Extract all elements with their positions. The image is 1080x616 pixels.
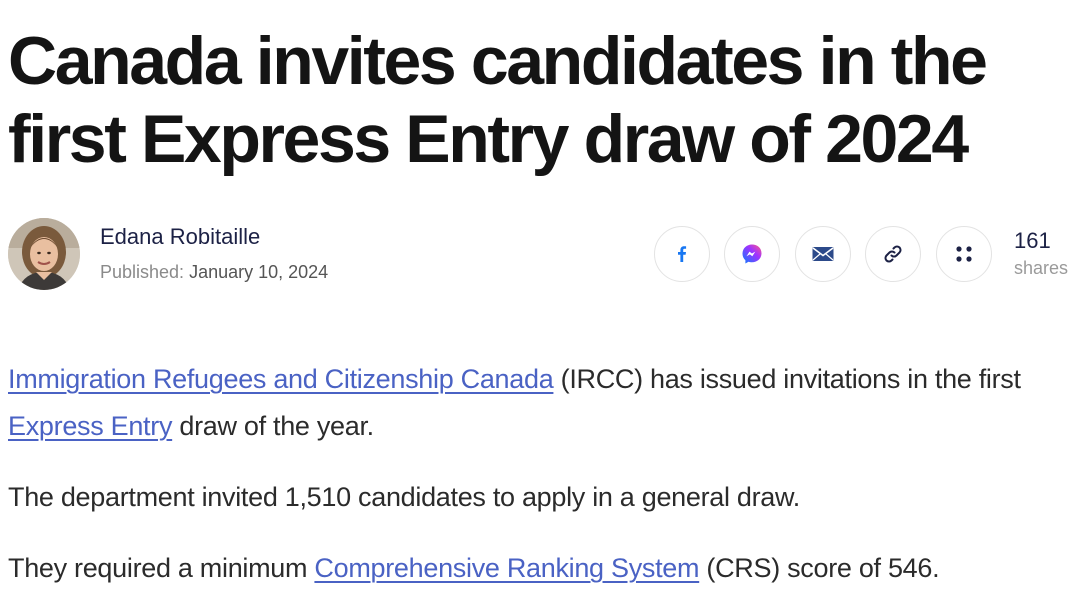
ircc-link[interactable]: Immigration Refugees and Citizenship Can…	[8, 364, 554, 394]
author-name[interactable]: Edana Robitaille	[100, 224, 260, 250]
published-date-value: January 10, 2024	[189, 262, 329, 282]
share-count-label: shares	[1014, 258, 1069, 278]
byline: Edana Robitaille Published: January 10, …	[8, 218, 1078, 292]
share-messenger-button[interactable]	[724, 226, 780, 282]
link-icon	[884, 245, 902, 263]
paragraph-crs: They required a minimum Comprehensive Ra…	[8, 545, 1076, 592]
paragraph-text: (CRS) score of 546.	[699, 553, 940, 583]
more-share-options-button[interactable]	[936, 226, 992, 282]
paragraph-text: draw of the year.	[172, 411, 374, 441]
author-photo	[8, 218, 80, 290]
published-label: Published:	[100, 262, 185, 282]
messenger-icon	[742, 244, 762, 264]
more-dots-icon	[956, 246, 972, 262]
share-email-button[interactable]	[795, 226, 851, 282]
author-avatar[interactable]	[8, 218, 80, 290]
article-headline: Canada invites candidates in the first E…	[8, 23, 988, 177]
paragraph-text: (IRCC) has issued invitations in the fir…	[553, 364, 1021, 394]
facebook-icon	[678, 246, 687, 262]
article-body: Immigration Refugees and Citizenship Can…	[8, 356, 1076, 616]
express-entry-link[interactable]: Express Entry	[8, 411, 172, 441]
paragraph-text: They required a minimum	[8, 553, 315, 583]
crs-link[interactable]: Comprehensive Ranking System	[314, 553, 699, 583]
share-facebook-button[interactable]	[654, 226, 710, 282]
copy-link-button[interactable]	[865, 226, 921, 282]
envelope-icon	[812, 247, 834, 261]
share-count: 161	[1014, 228, 1051, 253]
paragraph-invited: The department invited 1,510 candidates …	[8, 482, 800, 512]
paragraph-intro: Immigration Refugees and Citizenship Can…	[8, 356, 1076, 450]
published-date: Published: January 10, 2024	[100, 262, 328, 283]
